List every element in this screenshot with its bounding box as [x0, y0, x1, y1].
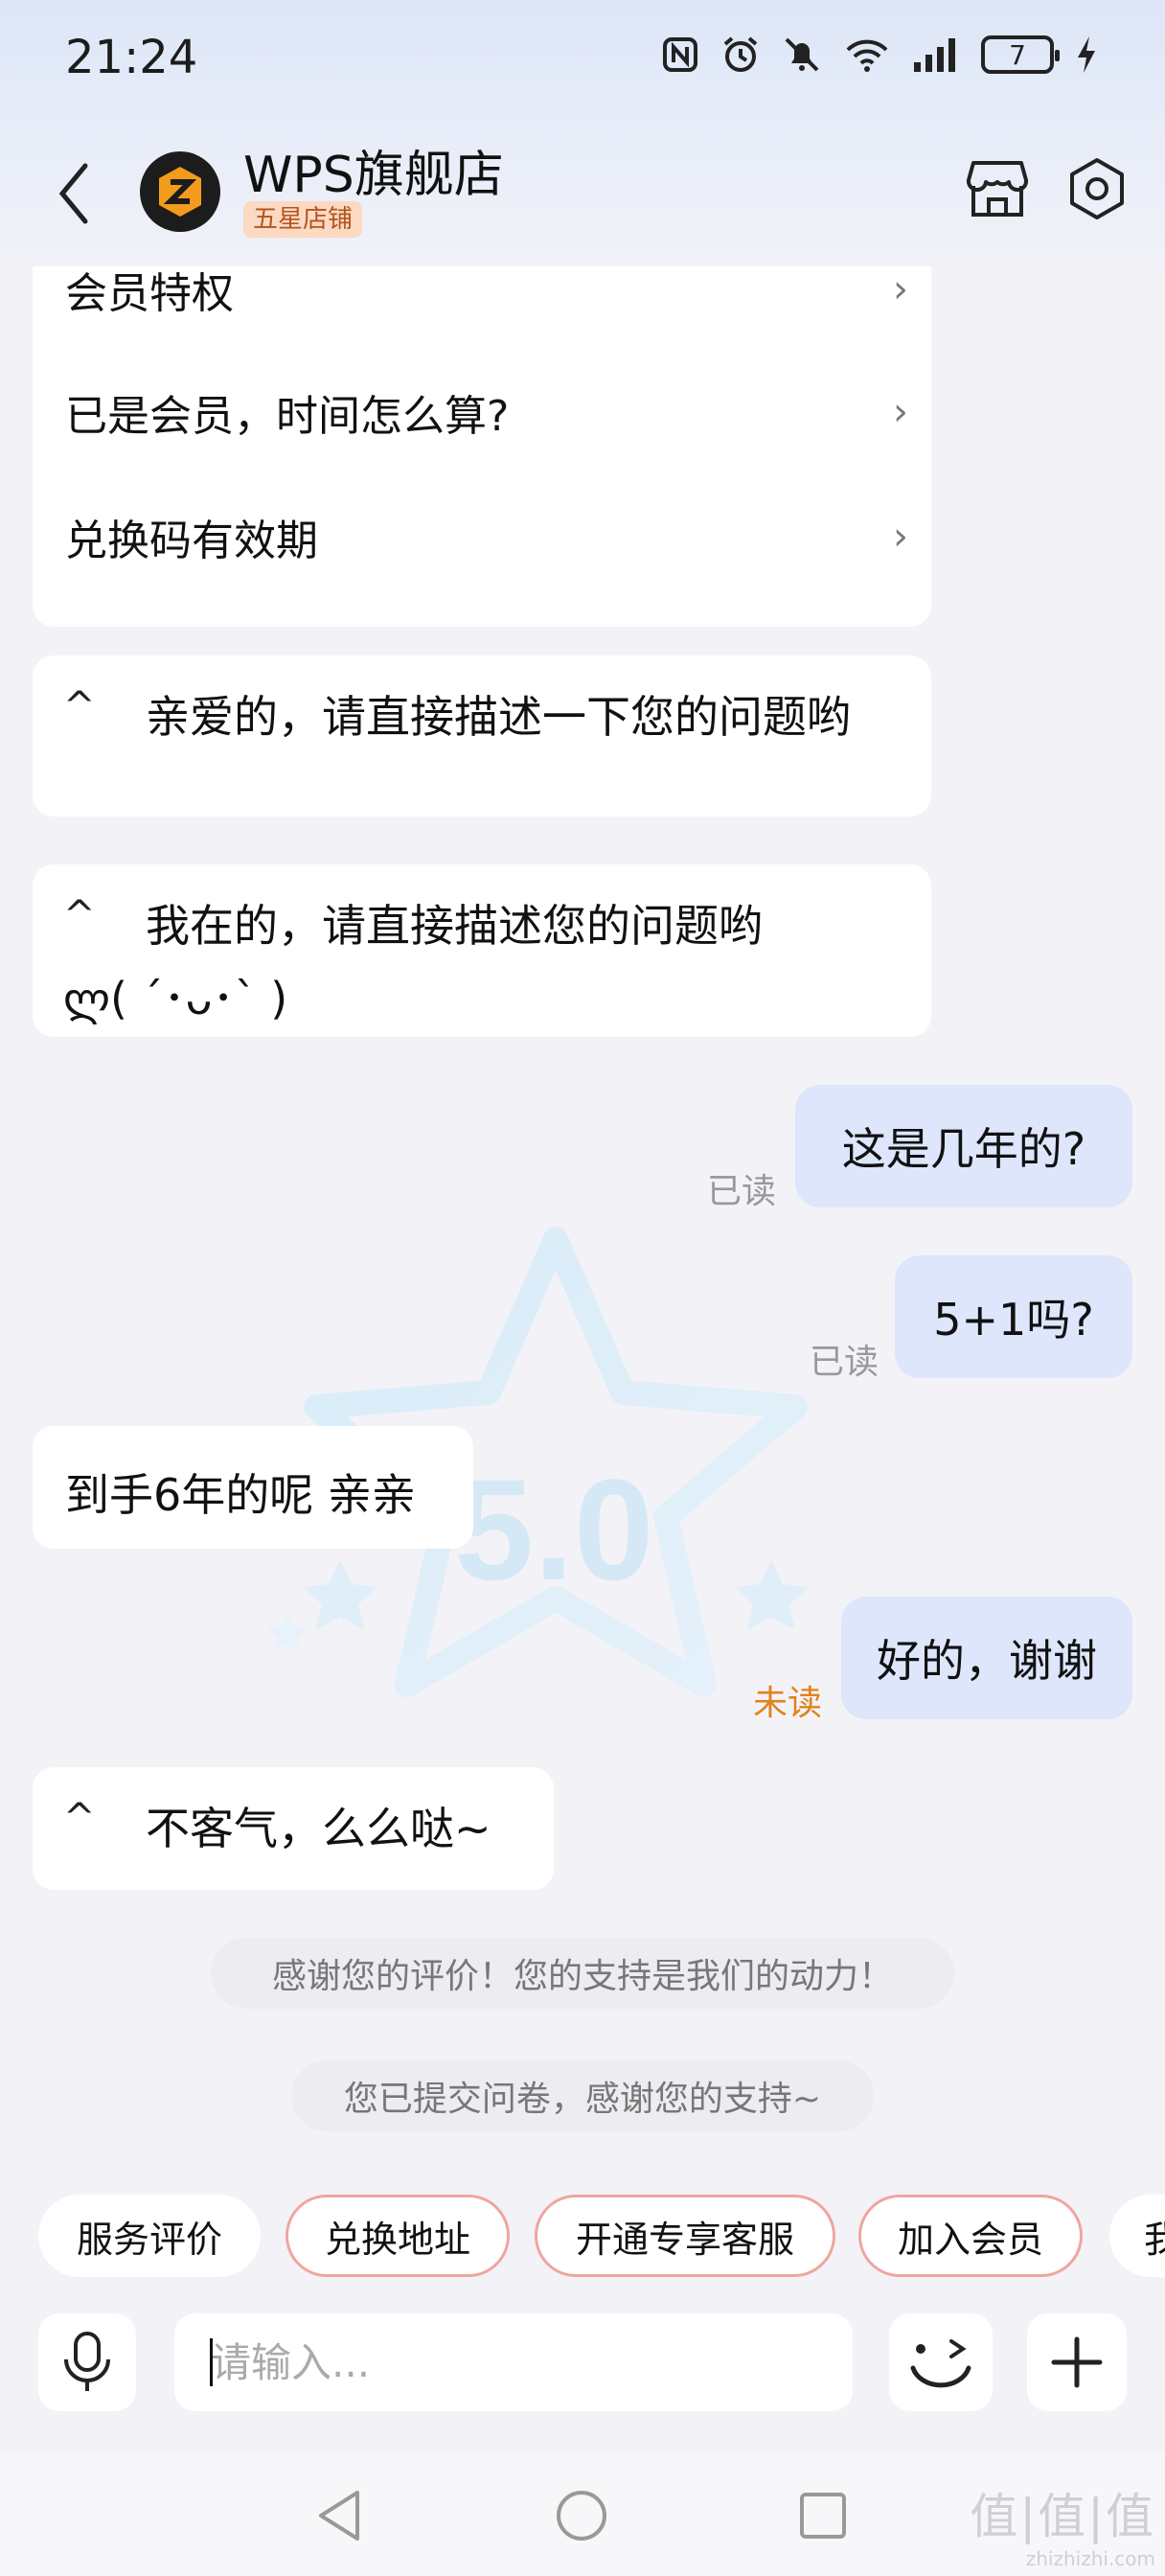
wink-emoji-icon [910, 2339, 971, 2388]
rating-thanks-text: 感谢您的评价！您的支持是我们的动力！ [271, 1957, 893, 1996]
triangle-back-icon [319, 2491, 359, 2541]
quick-reply-bar[interactable]: 服务评价 兑换地址 开通专享客服 加入会员 我 [0, 2189, 1165, 2285]
chevron-right-icon: › [893, 390, 908, 434]
agent-message-text: 到手6年的呢 亲亲 [65, 1469, 416, 1521]
store-logo[interactable] [140, 151, 220, 232]
user-message-text: 好的，谢谢 [877, 1635, 1097, 1687]
settings-button[interactable] [1063, 155, 1131, 222]
collapse-caret-icon[interactable]: ^ [63, 684, 96, 728]
faq-item-label: 会员特权 [65, 269, 234, 318]
agent-message: 到手6年的呢 亲亲 [33, 1426, 473, 1549]
quick-reply-join-membership[interactable]: 加入会员 [858, 2195, 1083, 2277]
collapse-caret-icon[interactable]: ^ [63, 1796, 96, 1840]
mute-icon [785, 37, 819, 72]
back-icon [58, 163, 88, 224]
user-message-text: 5+1吗? [933, 1294, 1094, 1346]
survey-thanks-note: 您已提交问卷，感谢您的支持~ [291, 2060, 874, 2131]
quick-reply-more[interactable]: 我 [1109, 2195, 1165, 2277]
chip-label: 我 [1144, 2218, 1165, 2261]
circle-home-icon [557, 2491, 606, 2541]
faq-item-label: 已是会员，时间怎么算? [65, 392, 510, 441]
chip-label: 开通专享客服 [575, 2218, 794, 2261]
emoji-button[interactable] [889, 2313, 993, 2411]
charging-icon [1078, 36, 1095, 73]
user-message: 5+1吗? [895, 1255, 1132, 1378]
text-cursor [210, 2338, 213, 2386]
user-message: 好的，谢谢 [841, 1597, 1132, 1719]
faq-item-label: 兑换码有效期 [65, 517, 318, 565]
alarm-icon [723, 36, 758, 72]
faq-item-member-privileges[interactable]: 会员特权 › [65, 266, 908, 318]
chevron-right-icon: › [893, 267, 908, 311]
nav-home-button[interactable] [548, 2482, 615, 2549]
back-button[interactable] [50, 155, 98, 232]
faq-item-code-validity[interactable]: 兑换码有效期 › [65, 508, 908, 565]
site-watermark-url: zhizhizhi.com [1025, 2547, 1155, 2570]
battery-level: 7 [1009, 38, 1026, 71]
microphone-icon [64, 2332, 110, 2391]
settings-icon [1070, 158, 1124, 219]
quick-reply-service-rating[interactable]: 服务评价 [38, 2195, 261, 2277]
site-watermark: 值|值|值 zhizhizhi.com [970, 2478, 1155, 2570]
square-recents-icon [800, 2493, 846, 2539]
shop-button[interactable] [964, 155, 1031, 222]
battery-icon: 7 [981, 35, 1060, 74]
user-message: 这是几年的? [795, 1085, 1132, 1208]
message-input-bar [0, 2294, 1165, 2438]
message-input[interactable] [174, 2313, 853, 2411]
user-message-text: 这是几年的? [841, 1123, 1086, 1175]
nfc-icon [663, 37, 697, 72]
bot-message-text: 不客气，么么哒~ [146, 1803, 491, 1854]
signal-icon [914, 38, 955, 72]
wifi-icon [846, 39, 888, 72]
unread-status: 未读 [753, 1684, 823, 1723]
chat-area[interactable]: 5.0 会员特权 › 已是会员，时间怎么算? › 兑换码有效期 › ^ 亲爱的，… [0, 266, 1165, 2183]
nav-back-button[interactable] [307, 2482, 374, 2549]
rating-thanks-note: 感谢您的评价！您的支持是我们的动力！ [211, 1938, 954, 2009]
faq-item-membership-time[interactable]: 已是会员，时间怎么算? › [65, 383, 908, 441]
faq-card: 会员特权 › 已是会员，时间怎么算? › 兑换码有效期 › [33, 266, 931, 627]
bot-message-text: 亲爱的，请直接描述一下您的问题哟 [146, 691, 851, 743]
quick-reply-redeem-address[interactable]: 兑换地址 [286, 2195, 510, 2277]
site-watermark-logo: 值|值|值 [970, 2489, 1155, 2544]
status-time: 21:24 [65, 31, 198, 84]
chip-label: 加入会员 [897, 2218, 1043, 2261]
shop-icon [966, 161, 1029, 217]
chip-label: 兑换地址 [324, 2218, 470, 2261]
plus-icon [1051, 2336, 1103, 2388]
chat-header: WPS旗舰店 五星店铺 [0, 134, 1165, 259]
quick-reply-exclusive-service[interactable]: 开通专享客服 [535, 2195, 835, 2277]
voice-input-button[interactable] [38, 2313, 136, 2411]
chevron-right-icon: › [893, 515, 908, 559]
collapse-caret-icon[interactable]: ^ [63, 893, 96, 937]
read-status: 已读 [810, 1343, 879, 1382]
read-status: 已读 [707, 1172, 777, 1211]
status-bar: 21:24 7 [0, 0, 1165, 115]
survey-thanks-text: 您已提交问卷，感谢您的支持~ [343, 2080, 822, 2119]
store-rating-badge: 五星店铺 [243, 201, 363, 238]
store-name: WPS旗舰店 [243, 147, 504, 204]
bot-message: ^ 不客气，么么哒~ [33, 1767, 554, 1890]
wps-logo-icon [159, 167, 201, 217]
watermark-rating: 5.0 [454, 1449, 654, 1610]
more-actions-button[interactable] [1027, 2313, 1127, 2411]
bot-message-emoticon: ლ( ´･ᴗ･` ) [63, 973, 288, 1024]
bot-message: ^ 亲爱的，请直接描述一下您的问题哟 [33, 656, 931, 816]
nav-recents-button[interactable] [789, 2482, 857, 2549]
bot-message: ^ 我在的，请直接描述您的问题哟 ლ( ´･ᴗ･` ) [33, 864, 931, 1037]
system-nav-bar: 值|值|值 zhizhizhi.com [0, 2453, 1165, 2576]
status-icons: 7 [661, 34, 1098, 75]
bot-message-text: 我在的，请直接描述您的问题哟 [146, 900, 763, 952]
chip-label: 服务评价 [76, 2218, 222, 2261]
